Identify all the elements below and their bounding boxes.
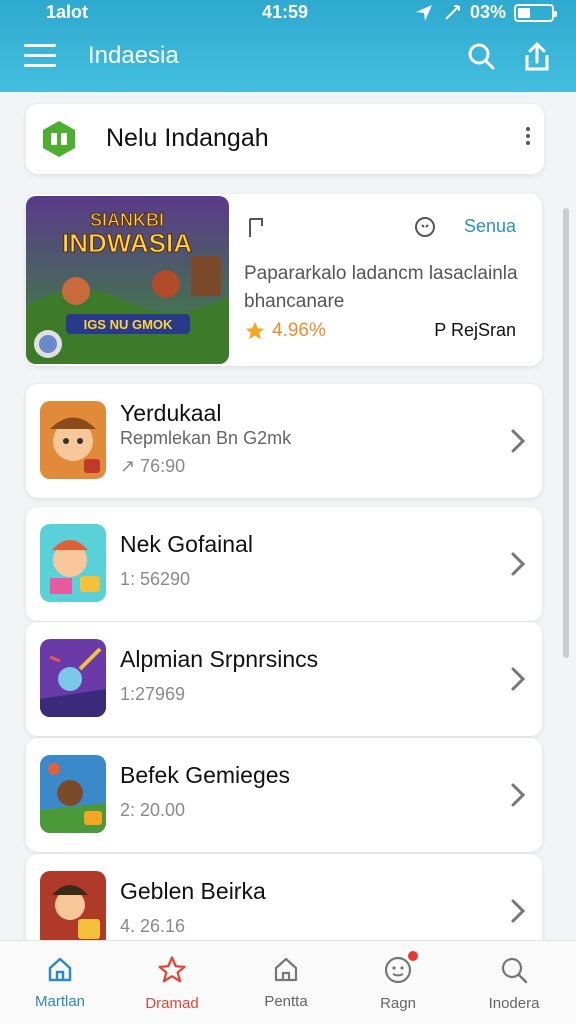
item-title: Alpmian Srpnrsincs: [120, 646, 319, 672]
app-title: Indaesia: [88, 42, 179, 69]
tab-label: Inodera: [488, 995, 540, 1012]
status-right: 03%: [414, 2, 557, 23]
item-title: Geblen Beirka: [120, 878, 266, 904]
game-banner-art: SIANKBI INDWASIA IGS NU GMOK: [26, 196, 229, 364]
signal-icon: [445, 4, 460, 20]
tab-home[interactable]: Martlan: [10, 955, 110, 1010]
game-thumbnail: [40, 639, 106, 717]
list-item[interactable]: Yerdukaal Repmlekan Bn G2mk ↗ 76:90: [26, 384, 542, 498]
header-card: Nelu Indangah: [26, 104, 544, 174]
game-thumbnail: [40, 401, 106, 479]
battery-percent: 03%: [469, 2, 506, 22]
chevron-right-icon: [511, 429, 526, 453]
clock: 41:59: [262, 2, 309, 22]
bottom-nav: Martlan Dramad Pentta Ragn Inodera: [0, 940, 576, 1024]
banner-tagline: IGS NU GMOK: [84, 317, 173, 332]
chevron-right-icon: [511, 899, 526, 923]
scrollbar[interactable]: [563, 208, 569, 658]
house-icon: [274, 957, 298, 982]
status-bar: 1alot 41:59 03%: [0, 0, 576, 28]
item-count: ↗ 76:90: [120, 456, 186, 476]
featured-rating: 4.96%: [244, 320, 326, 342]
tab-search[interactable]: Inodera: [464, 955, 564, 1012]
list-item[interactable]: Nek Gofainal 1: 56290: [26, 507, 542, 621]
rating-value: 4.96%: [272, 320, 326, 341]
star-icon: [158, 956, 186, 983]
game-thumbnail: [40, 524, 106, 602]
chevron-right-icon: [511, 552, 526, 576]
search-icon: [501, 957, 528, 984]
list-item[interactable]: Alpmian Srpnrsincs 1:27969: [26, 622, 542, 736]
search-icon: [468, 43, 495, 70]
item-subtitle: Repmlekan Bn G2mk: [120, 428, 292, 448]
battery-icon: [514, 3, 557, 22]
banner-title: SIANKBI: [90, 210, 164, 230]
game-thumbnail: [40, 871, 106, 949]
list-item[interactable]: Befek Gemieges 2: 20.00: [26, 738, 542, 852]
bookmark-icon[interactable]: [244, 214, 270, 240]
share-icon: [525, 42, 549, 71]
notification-badge: [408, 951, 418, 961]
search-button[interactable]: [464, 40, 498, 74]
home-icon: [48, 957, 72, 982]
menu-button[interactable]: [24, 44, 56, 70]
more-options-button[interactable]: [520, 124, 536, 154]
carrier-label: 1alot: [46, 2, 89, 22]
tab-label: Pentta: [264, 993, 308, 1010]
tab-browse[interactable]: Pentta: [236, 955, 336, 1010]
tab-favorites[interactable]: Dramad: [122, 955, 222, 1012]
item-title: Befek Gemieges: [120, 762, 291, 788]
trend-icon: ↗: [120, 456, 136, 476]
tab-label: Ragn: [380, 995, 416, 1012]
star-icon: [245, 321, 265, 340]
featured-banner[interactable]: SIANKBI INDWASIA IGS NU GMOK: [26, 196, 229, 364]
item-count: 1:27969: [120, 684, 186, 704]
app-bar: Indaesia: [0, 28, 576, 88]
chat-bubble-icon[interactable]: [412, 214, 438, 240]
chevron-right-icon: [511, 667, 526, 691]
item-count: 2: 20.00: [120, 800, 186, 820]
tab-label: Martlan: [34, 993, 86, 1010]
featured-card[interactable]: SIANKBI INDWASIA IGS NU GMOK Senua Papar…: [26, 194, 542, 366]
item-title: Yerdukaal: [120, 400, 222, 426]
item-title: Nek Gofainal: [120, 531, 253, 557]
location-icon: [415, 4, 432, 21]
app-logo-icon: [43, 121, 75, 157]
tab-profile[interactable]: Ragn: [348, 951, 448, 1012]
action-link[interactable]: Senua: [464, 216, 516, 237]
share-button[interactable]: [520, 40, 554, 74]
item-count: 1: 56290: [120, 569, 191, 589]
chevron-right-icon: [511, 783, 526, 807]
header-title: Nelu Indangah: [106, 124, 269, 152]
featured-description: Papararkalo ladancm lasaclainla bhancana…: [244, 263, 518, 312]
featured-publisher: P RejSran: [434, 320, 516, 340]
game-thumbnail: [40, 755, 106, 833]
tab-label: Dramad: [145, 995, 199, 1012]
banner-subtitle: INDWASIA: [62, 228, 192, 258]
top-bar: 1alot 41:59 03% Indaesia: [0, 0, 576, 92]
item-count: 4. 26.16: [120, 916, 186, 936]
